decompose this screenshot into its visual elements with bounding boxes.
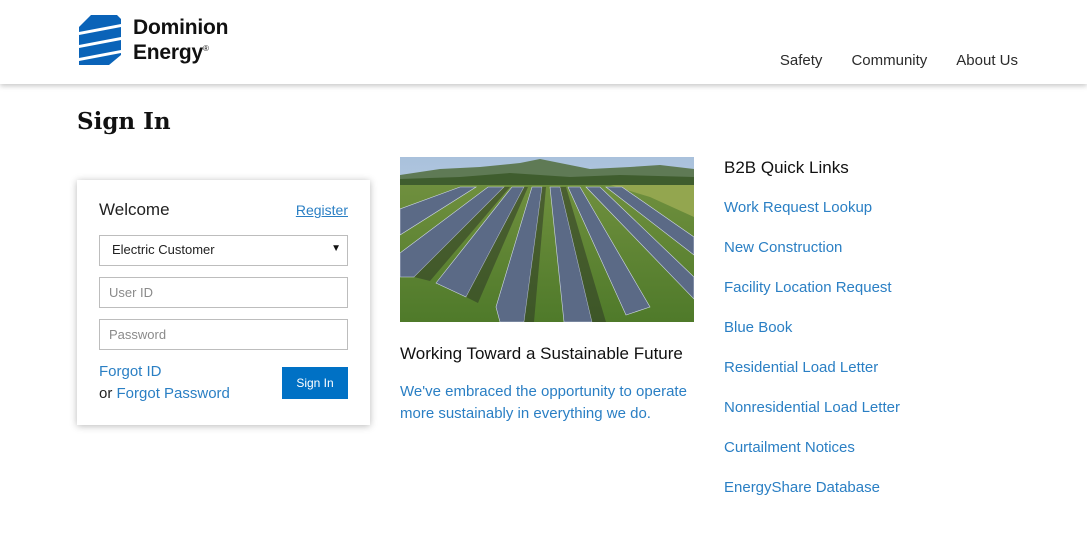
password-input[interactable] <box>99 319 348 350</box>
or-text: or <box>99 385 113 402</box>
logo-wordmark: Dominion Energy® <box>133 17 228 63</box>
quick-link-energyshare-database[interactable]: EnergyShare Database <box>724 479 900 519</box>
quick-link-new-construction[interactable]: New Construction <box>724 239 900 279</box>
solar-farm-illustration <box>400 157 694 322</box>
logo-line-2: Energy <box>133 41 203 64</box>
feature-description[interactable]: We've embraced the opportunity to operat… <box>400 381 700 425</box>
quick-links-list: Work Request Lookup New Construction Fac… <box>724 199 900 519</box>
quick-link-facility-location-request[interactable]: Facility Location Request <box>724 279 900 319</box>
quick-link-curtailment-notices[interactable]: Curtailment Notices <box>724 439 900 479</box>
account-type-value: Electric Customer <box>112 242 215 257</box>
quick-link-work-request-lookup[interactable]: Work Request Lookup <box>724 199 900 239</box>
forgot-password-line: or Forgot Password <box>99 385 230 402</box>
sign-in-button[interactable]: Sign In <box>282 367 348 399</box>
welcome-heading: Welcome <box>99 200 170 219</box>
nav-safety[interactable]: Safety <box>780 52 823 69</box>
main-nav: Safety Community About Us <box>751 52 1018 69</box>
feature-title: Working Toward a Sustainable Future <box>400 344 683 363</box>
site-header: Dominion Energy® Safety Community About … <box>0 0 1087 84</box>
forgot-id-link[interactable]: Forgot ID <box>99 363 162 380</box>
page-title: Sign In <box>77 108 171 135</box>
registered-mark: ® <box>203 44 209 53</box>
forgot-password-link[interactable]: Forgot Password <box>117 385 230 402</box>
logo-line-1: Dominion <box>133 16 229 39</box>
user-id-input[interactable] <box>99 277 348 308</box>
nav-about-us[interactable]: About Us <box>956 52 1018 69</box>
quick-link-residential-load-letter[interactable]: Residential Load Letter <box>724 359 900 399</box>
dominion-energy-logo-icon <box>79 15 121 65</box>
quick-links-title: B2B Quick Links <box>724 158 849 177</box>
signin-card: Welcome Register Electric Customer ▼ For… <box>77 180 370 425</box>
register-link[interactable]: Register <box>296 202 348 218</box>
account-type-select[interactable]: Electric Customer ▼ <box>99 235 348 266</box>
dropdown-caret-icon: ▼ <box>331 243 341 254</box>
quick-link-nonresidential-load-letter[interactable]: Nonresidential Load Letter <box>724 399 900 439</box>
dominion-energy-logo[interactable]: Dominion Energy® <box>77 13 237 69</box>
solar-farm-image <box>400 157 694 322</box>
nav-community[interactable]: Community <box>851 52 927 69</box>
quick-link-blue-book[interactable]: Blue Book <box>724 319 900 359</box>
